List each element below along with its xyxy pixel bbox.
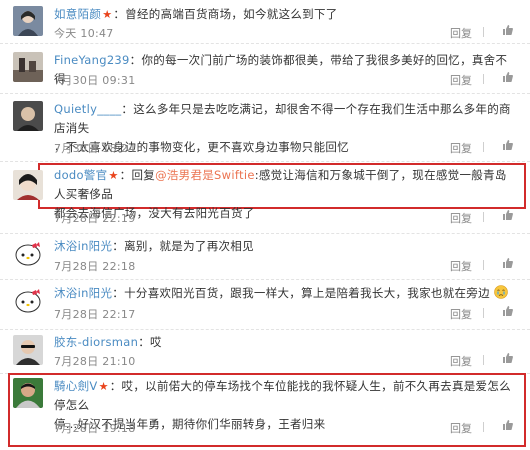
like-button[interactable] [502, 71, 514, 83]
like-button[interactable] [502, 305, 514, 317]
avatar[interactable] [13, 101, 43, 131]
like-button[interactable] [502, 139, 514, 151]
reply-prefix: ：回复 [119, 168, 156, 182]
thumbs-up-icon [503, 210, 513, 220]
comment-time: 7月28日 21:10 [54, 355, 136, 368]
avatar[interactable] [13, 52, 43, 82]
username-link[interactable]: FineYang239 [54, 53, 130, 67]
crying-emoji-icon [494, 285, 508, 299]
username-link[interactable]: 騎心劍V [54, 379, 98, 393]
comment-body: ：离别，就是为了再次相见 [112, 239, 254, 253]
comment-item: 胶东-diorsman：哎 7月28日 21:10 回复 [0, 330, 530, 374]
comment-item: dodo警官★：回复@浩男君是Swiftie:感觉让海信和万象城干倒了，现在感觉… [0, 162, 530, 234]
comment-time: 7月28日 19:18 [54, 422, 136, 435]
username-link[interactable]: dodo警官 [54, 168, 107, 182]
comment-time: 7月30日 18:24 [54, 142, 136, 155]
comment-body: ：十分喜欢阳光百货，跟我一样大，算上是陪着我长大，我家也就在旁边 [112, 286, 490, 300]
thumbs-up-icon [503, 72, 513, 82]
avatar[interactable] [13, 286, 43, 316]
comment-body-line1: ：哎，以前偌大的停车场找个车位能找的我怀疑人生，前不久再去真是爱怎么停怎么 [54, 379, 511, 412]
username-link[interactable]: 如意陌颜 [54, 7, 101, 21]
reply-button[interactable]: 回复 [450, 258, 472, 274]
comment-text: 如意陌颜★：曾经的高端百货商场，如今就这么到下了 [54, 5, 518, 24]
avatar[interactable] [13, 335, 43, 365]
divider [483, 27, 484, 37]
comment-time: 7月28日 22:19 [54, 212, 136, 225]
comment-time: 7月30日 09:31 [54, 74, 136, 87]
avatar[interactable] [13, 170, 43, 200]
mention-link[interactable]: @浩男君是Swiftie [155, 168, 255, 182]
comment-time: 7月28日 22:18 [54, 260, 136, 273]
comment-item: Quietly____：这么多年只是去吃吃满记，却很舍不得一个存在我们生活中那么… [0, 94, 530, 162]
reply-button[interactable]: 回复 [450, 25, 472, 41]
reply-button[interactable]: 回复 [450, 353, 472, 369]
comment-body-line1: ：这么多年只是去吃吃满记，却很舍不得一个存在我们生活中那么多年的商店消失 [54, 102, 511, 135]
thumbs-up-icon [503, 420, 513, 430]
divider [483, 308, 484, 318]
thumbs-up-icon [503, 353, 513, 363]
avatar[interactable] [13, 6, 43, 36]
username-link[interactable]: Quietly____ [54, 102, 121, 116]
comment-item: 沐浴in阳光：十分喜欢阳光百货，跟我一样大，算上是陪着我长大，我家也就在旁边 7… [0, 280, 530, 330]
avatar[interactable] [13, 378, 43, 408]
like-button[interactable] [502, 419, 514, 431]
reply-button[interactable]: 回复 [450, 72, 472, 88]
thumbs-up-icon [503, 258, 513, 268]
divider [483, 422, 484, 432]
divider [483, 355, 484, 365]
vip-star-icon: ★ [108, 169, 119, 182]
thumbs-up-icon [503, 306, 513, 316]
comment-list: 如意陌颜★：曾经的高端百货商场，如今就这么到下了 今天 10:47 回复 Fin… [0, 0, 530, 450]
like-button[interactable] [502, 209, 514, 221]
divider [483, 74, 484, 84]
divider [483, 260, 484, 270]
username-link[interactable]: 沐浴in阳光 [54, 239, 112, 253]
comment-body: ：曾经的高端百货商场，如今就这么到下了 [113, 7, 338, 21]
comment-time: 今天 10:47 [54, 27, 114, 40]
reply-button[interactable]: 回复 [450, 306, 472, 322]
comment-time: 7月28日 22:17 [54, 308, 136, 321]
vip-star-icon: ★ [102, 8, 113, 21]
like-button[interactable] [502, 24, 514, 36]
thumbs-up-icon [503, 25, 513, 35]
comment-text: 沐浴in阳光：十分喜欢阳光百货，跟我一样大，算上是陪着我长大，我家也就在旁边 [54, 284, 518, 303]
like-button[interactable] [502, 352, 514, 364]
username-link[interactable]: 胶东-diorsman [54, 335, 138, 349]
thumbs-up-icon [503, 140, 513, 150]
reply-button[interactable]: 回复 [450, 420, 472, 436]
comment-text: 沐浴in阳光：离别，就是为了再次相见 [54, 237, 518, 256]
comment-item: 沐浴in阳光：离别，就是为了再次相见 7月28日 22:18 回复 [0, 234, 530, 280]
divider [483, 212, 484, 222]
like-button[interactable] [502, 257, 514, 269]
reply-button[interactable]: 回复 [450, 210, 472, 226]
comment-body: ：哎 [138, 335, 162, 349]
username-link[interactable]: 沐浴in阳光 [54, 286, 112, 300]
comment-item: 如意陌颜★：曾经的高端百货商场，如今就这么到下了 今天 10:47 回复 [0, 0, 530, 44]
avatar[interactable] [13, 239, 43, 269]
comment-item: 騎心劍V★：哎，以前偌大的停车场找个车位能找的我怀疑人生，前不久再去真是爱怎么停… [0, 374, 530, 450]
comment-item: FineYang239：你的每一次门前广场的装饰都很美，带给了我很多美好的回忆，… [0, 44, 530, 94]
divider [483, 142, 484, 152]
reply-button[interactable]: 回复 [450, 140, 472, 156]
comment-text: 胶东-diorsman：哎 [54, 333, 518, 352]
vip-star-icon: ★ [98, 380, 109, 393]
